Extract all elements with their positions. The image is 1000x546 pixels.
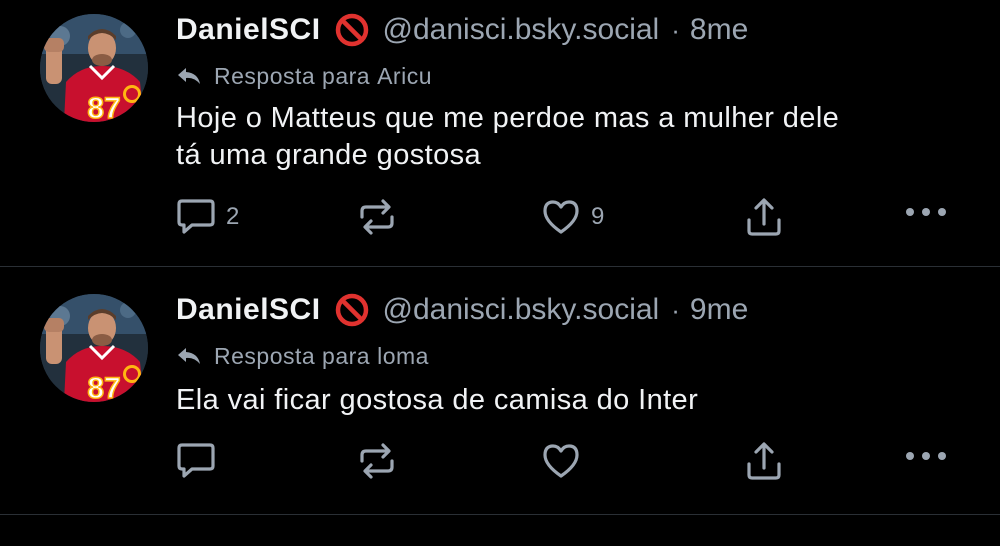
speech-bubble-icon xyxy=(177,443,215,478)
post-body: Ela vai ficar gostosa de camisa do Inter xyxy=(176,382,966,419)
heart-icon xyxy=(543,444,579,478)
share-upload-icon xyxy=(747,198,781,236)
reply-prefix-label: Resposta para xyxy=(214,62,371,89)
reply-prefix-label: Resposta para xyxy=(214,342,371,369)
post-timestamp[interactable]: 8me xyxy=(690,13,748,47)
svg-text:87: 87 xyxy=(87,92,120,122)
avatar-photo: 87 xyxy=(40,294,148,402)
repost-button[interactable] xyxy=(358,198,406,236)
avatar[interactable]: 87 xyxy=(40,14,148,122)
prohibited-icon xyxy=(335,13,368,47)
svg-text:87: 87 xyxy=(87,372,120,402)
reply-target-name[interactable]: loma xyxy=(377,343,429,370)
reply-context[interactable]: Resposta para loma xyxy=(176,340,429,372)
share-button[interactable] xyxy=(745,196,783,238)
avatar[interactable]: 87 xyxy=(40,294,148,402)
post-actions xyxy=(0,440,1000,484)
post-card[interactable]: 87 DanielSCI @danisci.bsky.social · 8me … xyxy=(0,0,1000,266)
author-display-name[interactable]: DanielSCI xyxy=(176,293,321,327)
post-divider xyxy=(0,266,1000,267)
reply-target-name[interactable]: Aricu xyxy=(377,63,432,90)
like-button[interactable] xyxy=(541,442,591,480)
reply-arrow-icon xyxy=(178,348,200,364)
post-text-line: Ela vai ficar gostosa de camisa do Inter xyxy=(176,384,699,416)
post-actions: 2 9 xyxy=(0,196,1000,240)
author-handle[interactable]: @danisci.bsky.social xyxy=(383,13,660,47)
repost-button[interactable] xyxy=(358,442,406,480)
share-button[interactable] xyxy=(745,440,783,482)
more-options-button[interactable] xyxy=(904,206,948,218)
post-text-line: tá uma grande gostosa xyxy=(176,139,482,171)
post-header: DanielSCI @danisci.bsky.social · 8me xyxy=(176,10,748,50)
share-upload-icon xyxy=(747,442,781,480)
post-divider xyxy=(0,514,1000,515)
heart-icon xyxy=(543,200,579,234)
author-handle[interactable]: @danisci.bsky.social xyxy=(383,293,660,327)
more-options-button[interactable] xyxy=(904,450,948,462)
post-timestamp[interactable]: 9me xyxy=(690,293,748,327)
prohibited-icon xyxy=(335,293,368,327)
like-count: 9 xyxy=(591,203,605,230)
ellipsis-icon xyxy=(906,208,946,216)
post-body: Hoje o Matteus que me perdoe mas a mulhe… xyxy=(176,100,966,174)
post-card[interactable]: 87 DanielSCI @danisci.bsky.social · 9me … xyxy=(0,280,1000,546)
post-header: DanielSCI @danisci.bsky.social · 9me xyxy=(176,290,748,330)
post-text-line: Hoje o Matteus que me perdoe mas a mulhe… xyxy=(176,102,840,134)
reply-button[interactable] xyxy=(176,442,226,480)
reply-arrow-icon xyxy=(178,68,200,84)
ellipsis-icon xyxy=(906,452,946,460)
reply-context[interactable]: Resposta para Aricu xyxy=(176,60,432,92)
reply-button[interactable]: 2 xyxy=(176,198,239,236)
separator-dot: · xyxy=(671,294,680,325)
author-display-name[interactable]: DanielSCI xyxy=(176,13,321,47)
like-button[interactable]: 9 xyxy=(541,198,604,236)
reply-count: 2 xyxy=(226,203,240,230)
repost-arrows-icon xyxy=(360,443,394,479)
avatar-photo: 87 xyxy=(40,14,148,122)
repost-arrows-icon xyxy=(360,199,394,235)
separator-dot: · xyxy=(671,14,680,45)
speech-bubble-icon xyxy=(177,199,215,234)
